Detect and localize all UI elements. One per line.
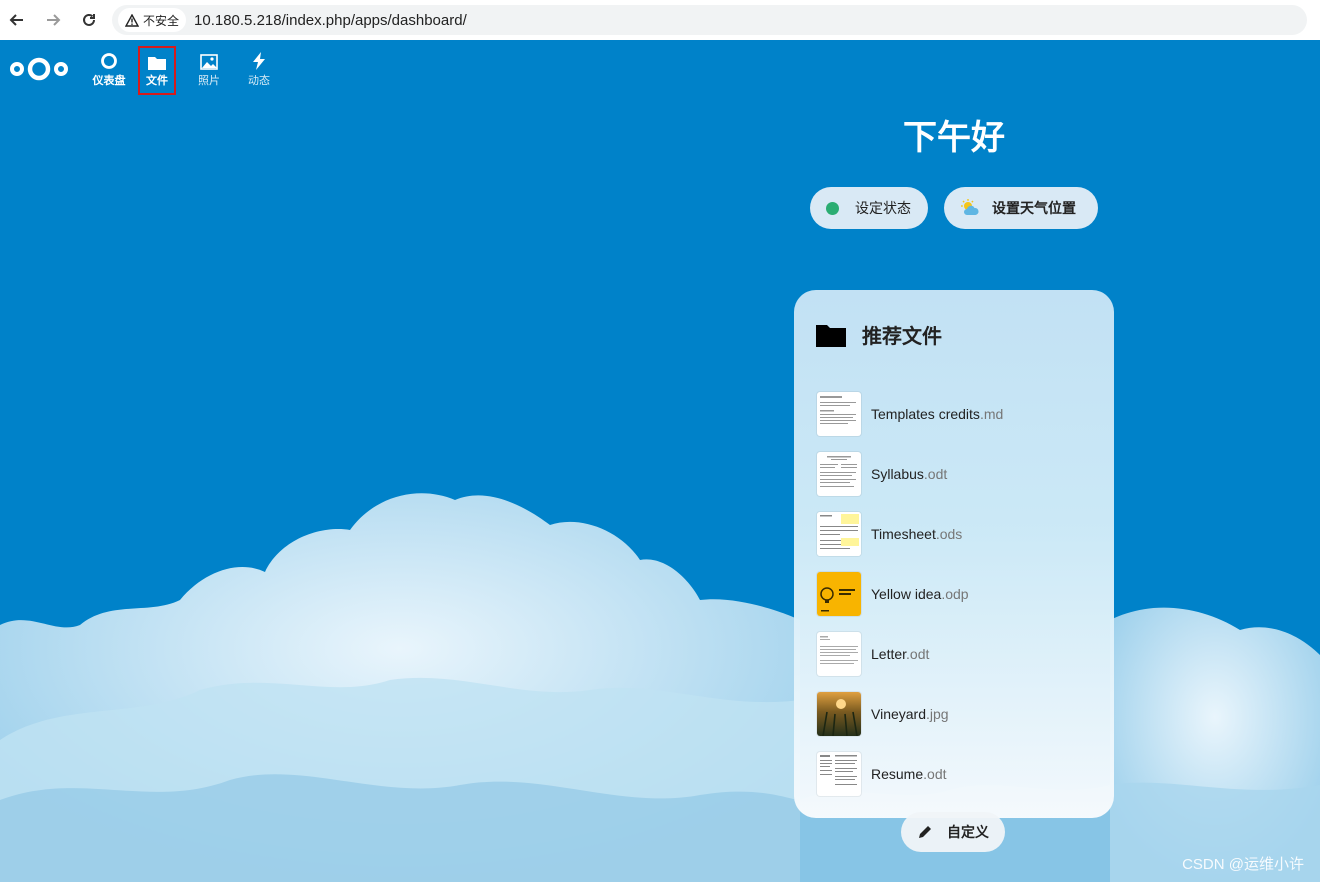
app-files-label: 文件 xyxy=(146,75,168,87)
file-item[interactable]: Vineyard.jpg xyxy=(817,684,1107,744)
file-item[interactable]: Syllabus.odt xyxy=(817,444,1107,504)
file-name: Yellow idea xyxy=(871,586,942,602)
folder-icon xyxy=(816,324,846,347)
set-status-button[interactable]: 设定状态 xyxy=(810,187,928,229)
greeting-title: 下午好 xyxy=(903,119,1005,157)
panel-title: 推荐文件 xyxy=(862,326,942,348)
security-indicator[interactable]: 不安全 xyxy=(118,8,187,32)
file-item[interactable]: Yellow idea.odp xyxy=(817,564,1107,624)
nextcloud-logo[interactable] xyxy=(9,56,69,82)
file-item[interactable]: Letter.odt xyxy=(817,624,1107,684)
file-thumbnail xyxy=(817,692,861,736)
folder-icon xyxy=(148,57,166,70)
watermark: CSDN @运维小许 xyxy=(1182,856,1304,873)
file-extension: .odt xyxy=(923,766,947,782)
cloud-background xyxy=(0,493,1320,882)
app-files[interactable]: 文件 xyxy=(138,46,176,95)
dashboard-app: 仪表盘 文件 照片 动态 下午好 设定状态 设置天气位置 推荐文件 Templa… xyxy=(0,40,1320,882)
weather-location-label: 设置天气位置 xyxy=(992,200,1076,216)
file-name: Resume xyxy=(871,766,924,782)
file-name: Vineyard xyxy=(871,706,927,722)
image-icon xyxy=(200,54,218,70)
dashboard-icon xyxy=(101,53,117,69)
app-dashboard[interactable]: 仪表盘 xyxy=(87,50,131,92)
address-bar[interactable]: 不安全 10.180.5.218/index.php/apps/dashboar… xyxy=(112,5,1307,35)
forward-button[interactable] xyxy=(38,5,68,35)
file-thumbnail xyxy=(817,512,861,556)
browser-toolbar: 不安全 10.180.5.218/index.php/apps/dashboar… xyxy=(0,0,1320,40)
back-button[interactable] xyxy=(2,5,32,35)
back-arrow-icon xyxy=(9,14,23,26)
file-extension: .odp xyxy=(941,586,969,602)
file-thumbnail xyxy=(817,752,861,796)
panel-header: 推荐文件 xyxy=(816,320,942,349)
recommended-files-panel: 推荐文件 Templates credits.md Syllabus.odt T… xyxy=(794,290,1114,818)
customize-button[interactable]: 自定义 xyxy=(901,812,1005,852)
weather-sun-cloud-icon xyxy=(961,199,979,215)
app-activity[interactable]: 动态 xyxy=(237,50,281,92)
file-name: Syllabus xyxy=(871,466,924,482)
file-list: Templates credits.md Syllabus.odt Timesh… xyxy=(817,384,1107,804)
file-thumbnail xyxy=(817,452,861,496)
file-extension: .jpg xyxy=(926,706,949,722)
app-dashboard-label: 仪表盘 xyxy=(92,75,126,87)
file-thumbnail xyxy=(817,572,861,616)
online-status-icon xyxy=(826,201,839,215)
app-activity-label: 动态 xyxy=(248,75,270,87)
file-thumbnail xyxy=(817,392,861,436)
app-photos-label: 照片 xyxy=(198,75,220,87)
pencil-icon xyxy=(919,826,931,838)
file-thumbnail xyxy=(817,632,861,676)
file-item[interactable]: Resume.odt xyxy=(817,744,1107,804)
customize-label: 自定义 xyxy=(947,824,989,840)
file-name: Templates credits xyxy=(871,406,980,422)
file-extension: .md xyxy=(979,406,1004,422)
forward-arrow-icon xyxy=(47,14,61,26)
file-item[interactable]: Templates credits.md xyxy=(817,384,1107,444)
set-status-label: 设定状态 xyxy=(855,200,911,216)
weather-location-button[interactable]: 设置天气位置 xyxy=(944,187,1098,229)
file-name: Letter xyxy=(871,646,907,662)
file-extension: .ods xyxy=(935,526,963,542)
url-text[interactable]: 10.180.5.218/index.php/apps/dashboard/ xyxy=(194,12,467,29)
security-label: 不安全 xyxy=(143,13,180,28)
file-name: Timesheet xyxy=(871,526,936,542)
reload-icon xyxy=(83,13,95,26)
warning-icon xyxy=(125,13,139,27)
app-photos[interactable]: 照片 xyxy=(187,50,231,92)
lightning-icon xyxy=(253,52,265,70)
file-item[interactable]: Timesheet.ods xyxy=(817,504,1107,564)
reload-button[interactable] xyxy=(74,5,104,35)
file-extension: .odt xyxy=(923,466,948,482)
file-extension: .odt xyxy=(906,646,930,662)
